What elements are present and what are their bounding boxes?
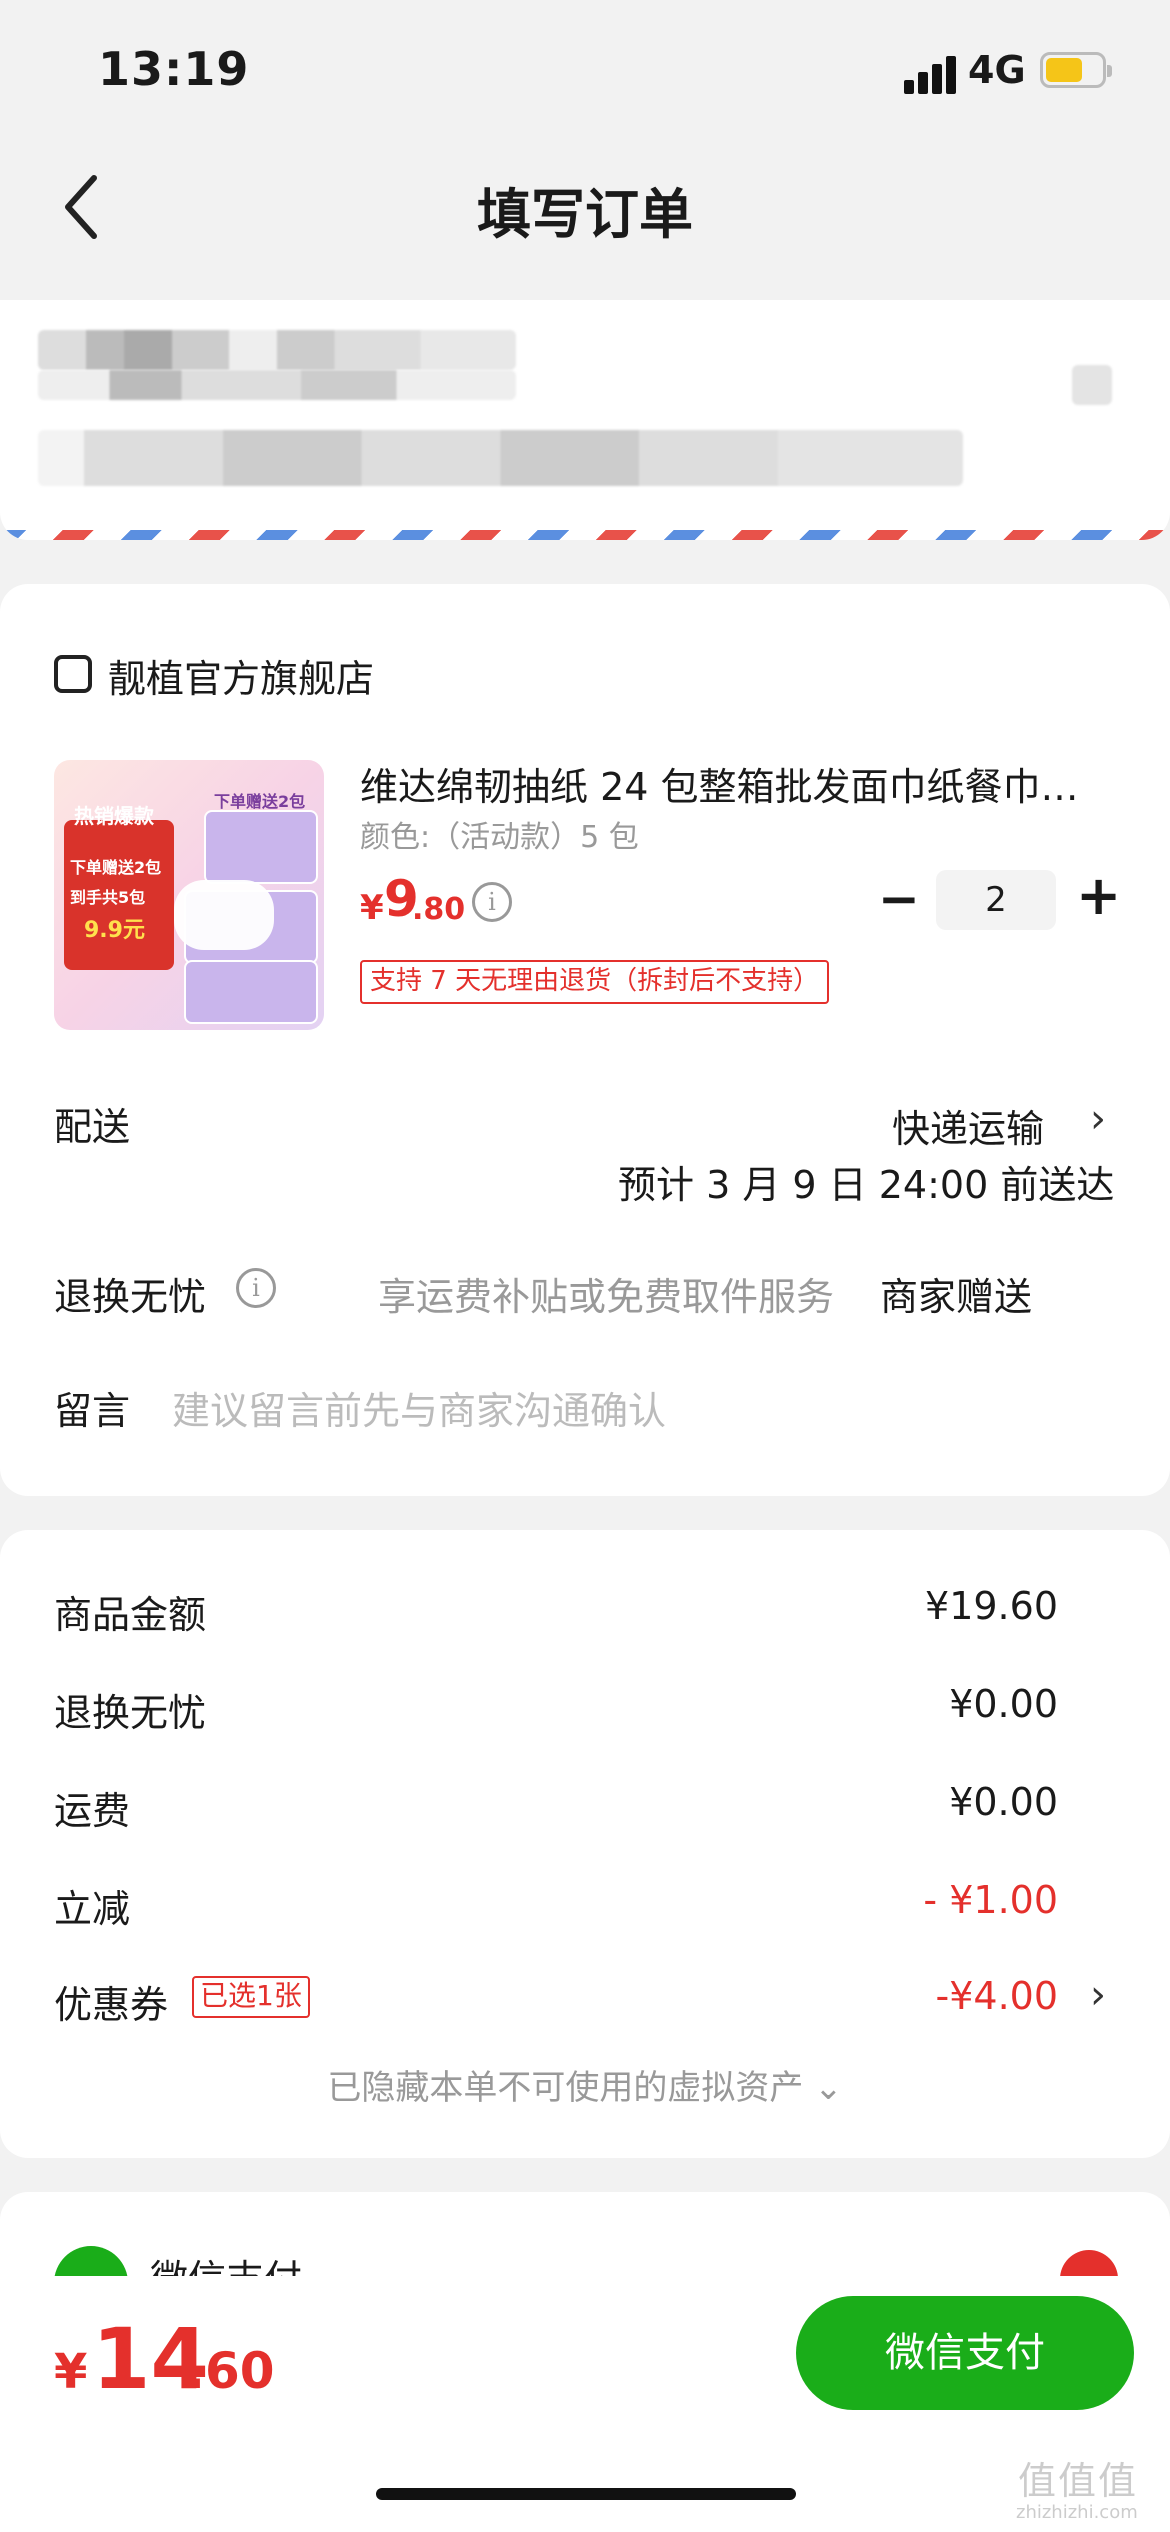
return-worry-desc: 享运费补贴或免费取件服务 <box>378 1275 835 1319</box>
coupon-chevron-icon[interactable]: › <box>1090 1972 1106 2018</box>
address-name-blurred-2 <box>38 370 516 400</box>
message-input[interactable]: 建议留言前先与商家沟通确认 <box>172 1380 666 1435</box>
summary-value-goods: ¥19.60 <box>925 1584 1058 1628</box>
quantity-input[interactable]: 2 <box>936 870 1056 930</box>
address-detail-blurred <box>38 430 963 486</box>
product-card <box>0 584 1170 1496</box>
store-icon <box>54 655 92 693</box>
hidden-assets-toggle[interactable]: 已隐藏本单不可使用的虚拟资产 ⌄ <box>0 2060 1170 2109</box>
back-icon[interactable] <box>56 172 106 242</box>
quantity-minus-button[interactable]: − <box>878 870 920 928</box>
quantity-plus-button[interactable]: + <box>1076 864 1121 927</box>
summary-label-return: 退换无忧 <box>54 1691 207 1735</box>
delivery-chevron-icon[interactable]: › <box>1090 1096 1106 1142</box>
home-indicator[interactable] <box>376 2488 796 2500</box>
message-label: 留言 <box>54 1389 131 1433</box>
store-name[interactable]: 靓植官方旗舰店 <box>108 648 374 703</box>
coupon-selected-tag[interactable]: 已选1张 <box>192 1976 310 2018</box>
thumb-text-price: 9.9元 <box>84 918 145 943</box>
thumb-text-hot: 热销爆款 <box>74 804 154 828</box>
page-title: 填写订单 <box>477 183 693 246</box>
summary-value-discount: - ¥1.00 <box>923 1878 1058 1922</box>
pay-button[interactable]: 微信支付 <box>796 2296 1134 2410</box>
summary-label-goods: 商品金额 <box>54 1593 207 1637</box>
envelope-stripe <box>0 530 1170 540</box>
price-decimal: .80 <box>412 892 466 927</box>
signal-icon <box>904 54 960 94</box>
price-currency: ¥ <box>360 888 384 928</box>
network-type: 4G <box>968 48 1026 92</box>
summary-value-return: ¥0.00 <box>949 1682 1058 1726</box>
return-worry-value: 商家赠送 <box>880 1275 1033 1319</box>
summary-value-coupon[interactable]: -¥4.00 <box>936 1974 1059 2018</box>
address-name-blurred <box>38 330 516 370</box>
watermark-logo: 值值值 <box>1018 2459 1139 2503</box>
return-worry-label: 退换无忧 <box>54 1275 207 1319</box>
return-worry-info-icon[interactable]: i <box>236 1268 276 1308</box>
total-decimal: .60 <box>186 2342 275 2400</box>
battery-icon <box>1040 52 1112 88</box>
summary-label-coupon[interactable]: 优惠券 <box>54 1974 168 2029</box>
address-side-blurred <box>1072 365 1112 405</box>
watermark-domain: zhizhizhi.com <box>1016 2502 1138 2523</box>
thumb-text-gift-top: 下单赠送2包 <box>214 792 306 811</box>
product-image[interactable]: 热销爆款 下单赠送2包 到手共5包 9.9元 下单赠送2包 <box>54 760 324 1030</box>
return-policy-tag: 支持 7 天无理由退货（拆封后不支持） <box>360 960 830 1004</box>
delivery-label: 配送 <box>54 1105 131 1149</box>
thumb-text-total: 到手共5包 <box>70 888 146 907</box>
summary-label-discount: 立减 <box>54 1887 131 1931</box>
thumb-text-gift: 下单赠送2包 <box>70 858 162 877</box>
summary-value-shipping: ¥0.00 <box>949 1780 1058 1824</box>
price-info-icon[interactable]: i <box>472 882 512 922</box>
summary-label-shipping: 运费 <box>54 1789 131 1833</box>
delivery-method[interactable]: 快递运输 <box>892 1098 1044 1153</box>
status-time: 13:19 <box>98 42 250 96</box>
product-title[interactable]: 维达绵韧抽纸 24 包整箱批发面巾纸餐巾… <box>360 756 1100 811</box>
address-card[interactable] <box>0 300 1170 540</box>
total-currency: ¥ <box>54 2344 88 2400</box>
delivery-eta: 预计 3 月 9 日 24:00 前送达 <box>618 1163 1115 1207</box>
product-spec[interactable]: 颜色:（活动款）5 包 <box>360 812 639 856</box>
